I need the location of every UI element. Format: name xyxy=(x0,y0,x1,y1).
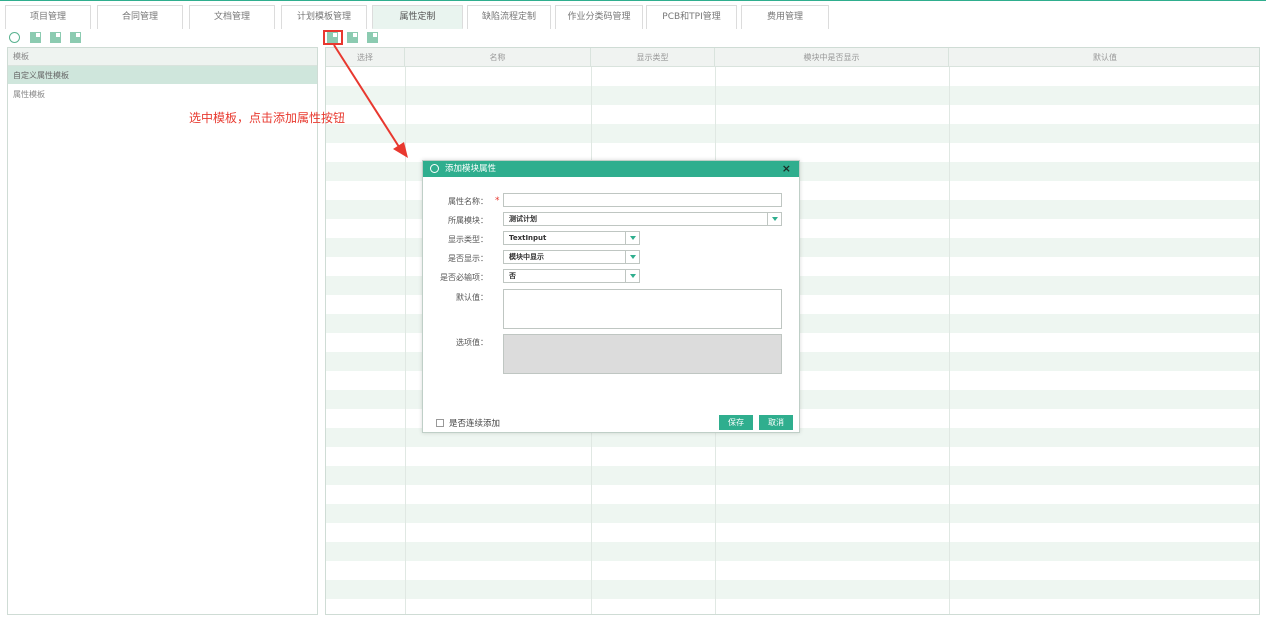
options-textarea xyxy=(503,334,782,374)
attribute-name-input[interactable] xyxy=(503,193,782,207)
options-label: 选项值： xyxy=(456,338,488,347)
cancel-button[interactable]: 取消 xyxy=(759,415,793,430)
required-select[interactable]: 否 xyxy=(503,269,640,283)
required-select-value: 否 xyxy=(509,272,516,280)
save-button[interactable]: 保存 xyxy=(719,415,753,430)
display-type-value: TextInput xyxy=(509,234,547,242)
required-label: 是否必输项： xyxy=(440,273,488,282)
required-marker: * xyxy=(495,196,500,206)
show-select-value: 模块中显示 xyxy=(509,253,544,261)
show-label: 是否显示： xyxy=(448,254,488,263)
module-select-value: 测试计划 xyxy=(509,215,537,223)
display-type-select[interactable]: TextInput xyxy=(503,231,640,245)
dialog-title: 添加模块属性 xyxy=(445,164,497,174)
default-value-label: 默认值： xyxy=(456,293,488,302)
chevron-down-icon[interactable] xyxy=(767,213,781,225)
continuous-add-checkbox[interactable] xyxy=(436,419,444,427)
chevron-down-icon[interactable] xyxy=(625,232,639,244)
chevron-down-icon[interactable] xyxy=(625,251,639,263)
attribute-name-label: 属性名称： xyxy=(448,197,488,206)
default-value-textarea[interactable] xyxy=(503,289,782,329)
display-type-label: 显示类型： xyxy=(448,235,488,244)
dialog-logo-icon xyxy=(430,164,439,173)
show-select[interactable]: 模块中显示 xyxy=(503,250,640,264)
dialog-title-bar: 添加模块属性 × xyxy=(423,161,799,177)
continuous-add-label: 是否连续添加 xyxy=(449,419,501,429)
chevron-down-icon[interactable] xyxy=(625,270,639,282)
module-select[interactable]: 测试计划 xyxy=(503,212,782,226)
close-icon[interactable]: × xyxy=(782,161,791,177)
add-attribute-dialog: 添加模块属性 × 属性名称： * 所属模块： 测试计划 显示类型： TextIn… xyxy=(422,160,800,433)
module-label: 所属模块： xyxy=(448,216,488,225)
